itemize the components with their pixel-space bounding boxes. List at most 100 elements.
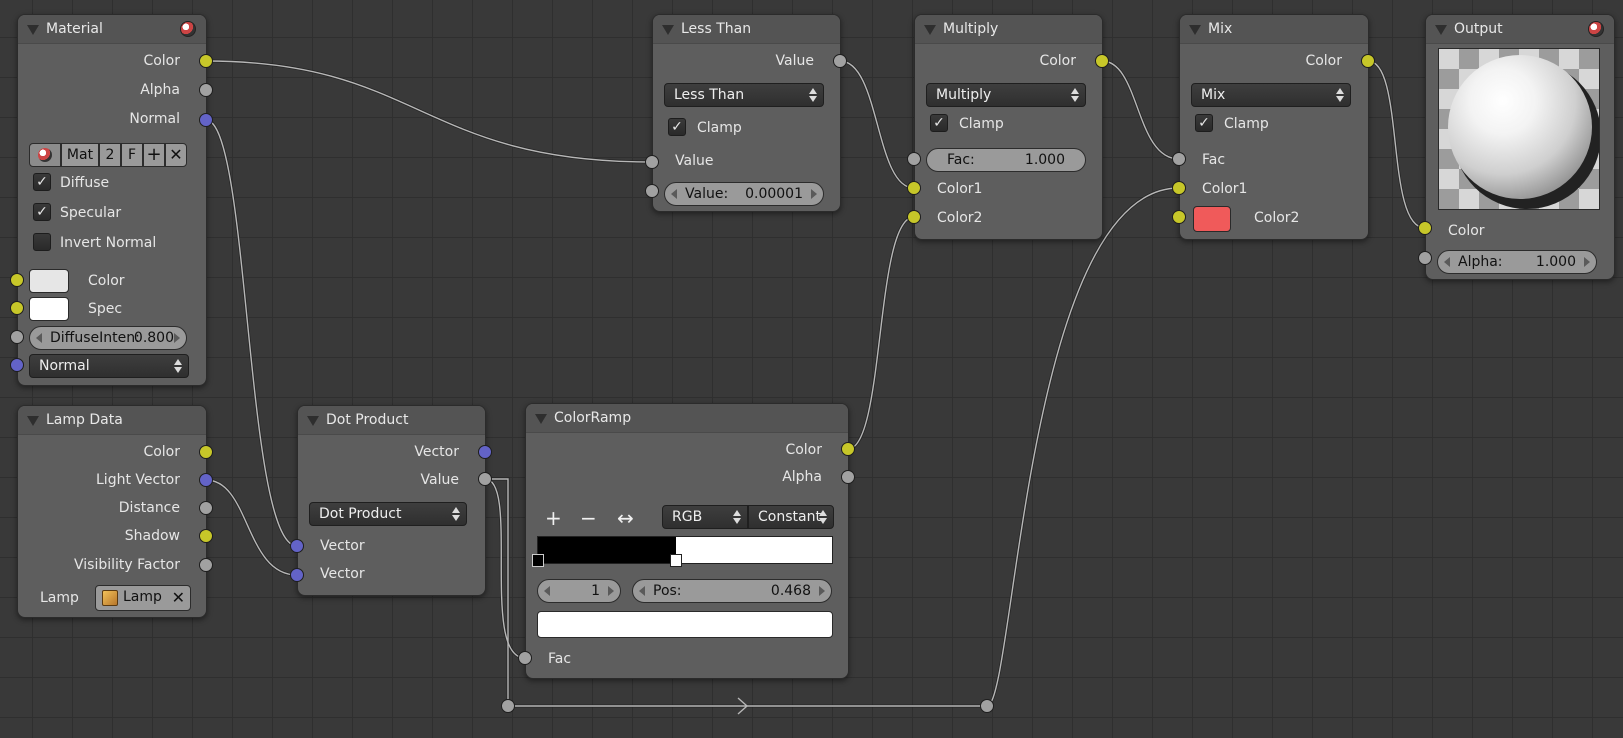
blend-dropdown[interactable]: Mix — [1191, 83, 1351, 107]
close-icon[interactable]: ✕ — [165, 143, 187, 167]
multiply-node[interactable]: Multiply Color Multiply ✓ Clamp Fac: 1.0… — [914, 14, 1103, 240]
decrement-arrow-icon[interactable] — [639, 586, 645, 596]
mix-color1-in-socket[interactable] — [1172, 181, 1186, 195]
node-header[interactable]: Lamp Data — [18, 406, 206, 435]
decrement-arrow-icon[interactable] — [36, 333, 42, 343]
material-color-out-socket[interactable] — [199, 54, 213, 68]
material-datablock[interactable]: Mat 2 F + ✕ — [29, 143, 189, 169]
plus-icon[interactable]: + — [545, 508, 562, 528]
less-than-value-out-socket[interactable] — [833, 54, 847, 68]
collapse-arrow-icon[interactable] — [662, 25, 674, 35]
color-swatch[interactable] — [29, 269, 69, 293]
clamp-checkbox[interactable]: ✓ — [1195, 114, 1213, 132]
ramp-alpha-out-socket[interactable] — [841, 470, 855, 484]
ramp-stop-handle-0[interactable] — [532, 554, 544, 567]
material-name-field[interactable]: Mat — [61, 143, 99, 167]
flip-arrows-icon[interactable]: ↔ — [617, 508, 634, 528]
clamp-checkbox[interactable]: ✓ — [930, 114, 948, 132]
collapse-arrow-icon[interactable] — [535, 414, 547, 424]
node-header[interactable]: Output — [1426, 15, 1614, 44]
color-ramp-node[interactable]: ColorRamp Color Alpha + − ↔ RGB Constant… — [525, 403, 849, 679]
material-normal-in-socket[interactable] — [10, 358, 24, 372]
decrement-arrow-icon[interactable] — [671, 189, 677, 199]
increment-arrow-icon[interactable] — [1584, 257, 1590, 267]
reroute-point-right[interactable] — [980, 699, 994, 713]
operation-dropdown[interactable]: Dot Product — [309, 502, 467, 526]
lamp-light-vector-out-socket[interactable] — [199, 473, 213, 487]
alpha-field[interactable]: Alpha: 1.000 — [1437, 250, 1597, 274]
node-header[interactable]: Mix — [1180, 15, 1368, 44]
mix-fac-in-socket[interactable] — [1172, 152, 1186, 166]
plus-icon[interactable]: + — [143, 143, 165, 167]
fac-field[interactable]: Fac: 1.000 — [926, 148, 1086, 172]
reroute-point-left[interactable] — [501, 699, 515, 713]
specular-checkbox[interactable]: ✓ — [33, 203, 51, 221]
blend-dropdown[interactable]: Multiply — [926, 83, 1086, 107]
decrement-arrow-icon[interactable] — [544, 586, 550, 596]
multiply-fac-in-socket[interactable] — [907, 152, 921, 166]
material-users-count[interactable]: 2 — [99, 143, 121, 167]
color2-swatch[interactable] — [1193, 206, 1231, 232]
close-icon[interactable]: ✕ — [172, 588, 185, 607]
node-header[interactable]: Material — [18, 15, 206, 44]
diffuse-checkbox[interactable]: ✓ — [33, 173, 51, 191]
material-alpha-out-socket[interactable] — [199, 83, 213, 97]
material-spec-in-socket[interactable] — [10, 301, 24, 315]
ramp-stop-handle-1[interactable] — [669, 554, 682, 567]
increment-arrow-icon[interactable] — [819, 586, 825, 596]
lamp-shadow-out-socket[interactable] — [199, 529, 213, 543]
collapse-arrow-icon[interactable] — [27, 25, 39, 35]
decrement-arrow-icon[interactable] — [1444, 257, 1450, 267]
stop-position-field[interactable]: Pos: 0.468 — [632, 579, 832, 603]
node-header[interactable]: ColorRamp — [526, 404, 848, 433]
output-color-in-socket[interactable] — [1418, 221, 1432, 235]
diffuse-intensity-field[interactable]: DiffuseInten: 0.800 — [29, 326, 187, 350]
minus-icon[interactable]: − — [580, 508, 597, 528]
material-diffuse-inten-in-socket[interactable] — [10, 330, 24, 344]
multiply-color1-in-socket[interactable] — [907, 181, 921, 195]
lamp-distance-out-socket[interactable] — [199, 501, 213, 515]
fake-user-button[interactable]: F — [121, 143, 143, 167]
dot-vector-in-socket-1[interactable] — [290, 539, 304, 553]
less-than-value-in-socket[interactable] — [645, 155, 659, 169]
dot-vector-out-socket[interactable] — [478, 445, 492, 459]
active-stop-index-field[interactable]: 1 — [537, 579, 621, 603]
increment-arrow-icon[interactable] — [811, 189, 817, 199]
value-field[interactable]: Value: 0.00001 — [664, 182, 824, 206]
output-alpha-in-socket[interactable] — [1418, 251, 1432, 265]
operation-dropdown[interactable]: Less Than — [664, 83, 824, 107]
stop-color-swatch[interactable] — [537, 611, 833, 638]
increment-arrow-icon[interactable] — [174, 333, 180, 343]
invert-normal-checkbox[interactable] — [33, 233, 51, 251]
node-header[interactable]: Less Than — [653, 15, 840, 44]
collapse-arrow-icon[interactable] — [1435, 25, 1447, 35]
material-sphere-icon[interactable] — [180, 21, 196, 37]
lamp-color-out-socket[interactable] — [199, 445, 213, 459]
collapse-arrow-icon[interactable] — [1189, 25, 1201, 35]
collapse-arrow-icon[interactable] — [924, 25, 936, 35]
increment-arrow-icon[interactable] — [608, 586, 614, 596]
less-than-value2-in-socket[interactable] — [645, 184, 659, 198]
material-normal-out-socket[interactable] — [199, 113, 213, 127]
lamp-visibility-out-socket[interactable] — [199, 558, 213, 572]
collapse-arrow-icon[interactable] — [27, 416, 39, 426]
less-than-node[interactable]: Less Than Value Less Than ✓ Clamp Value … — [652, 14, 841, 212]
multiply-color-out-socket[interactable] — [1095, 54, 1109, 68]
node-header[interactable]: Multiply — [915, 15, 1102, 44]
ramp-fac-in-socket[interactable] — [518, 651, 532, 665]
node-header[interactable]: Dot Product — [298, 406, 485, 435]
mix-color-out-socket[interactable] — [1361, 54, 1375, 68]
interpolation-dropdown[interactable]: Constant — [748, 505, 834, 529]
material-sphere-icon[interactable] — [1588, 21, 1604, 37]
dot-value-out-socket[interactable] — [478, 472, 492, 486]
material-browse-button[interactable] — [29, 143, 61, 167]
mix-color2-in-socket[interactable] — [1172, 210, 1186, 224]
lamp-data-node[interactable]: Lamp Data Color Light Vector Distance Sh… — [17, 405, 207, 618]
dot-product-node[interactable]: Dot Product Vector Value Dot Product Vec… — [297, 405, 486, 596]
ramp-color-out-socket[interactable] — [841, 442, 855, 456]
normal-dropdown[interactable]: Normal — [29, 354, 189, 378]
collapse-arrow-icon[interactable] — [307, 416, 319, 426]
multiply-color2-in-socket[interactable] — [907, 210, 921, 224]
material-color-in-socket[interactable] — [10, 273, 24, 287]
output-node[interactable]: Output Color Alpha: 1.000 — [1425, 14, 1615, 280]
